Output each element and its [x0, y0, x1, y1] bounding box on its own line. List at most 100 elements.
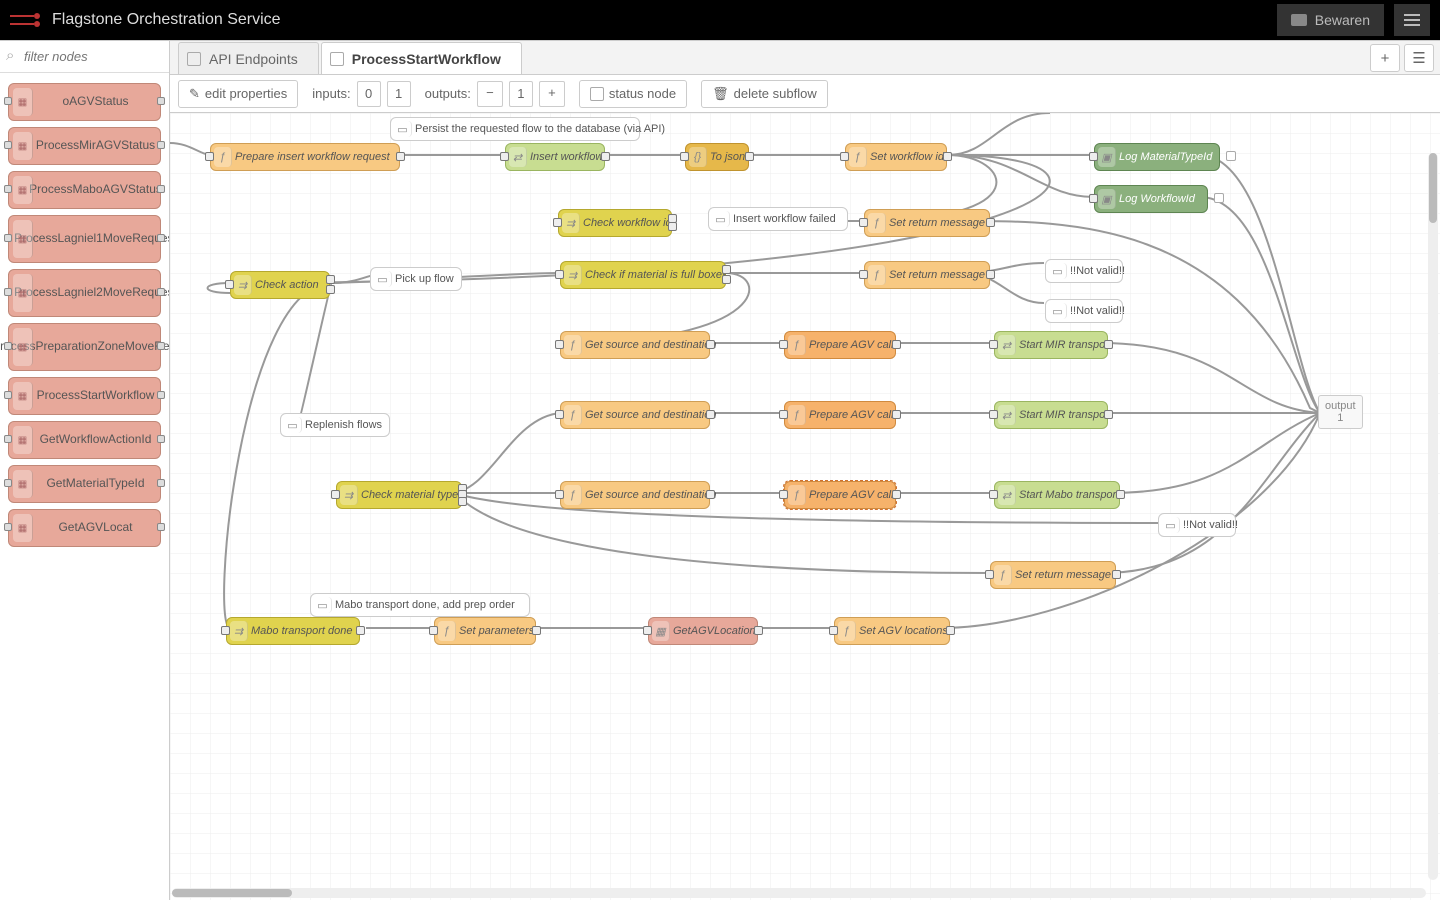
palette-node[interactable]: ▦ProcessPreparationZoneMoveRequest: [8, 323, 161, 371]
outputs-value: 1: [509, 81, 533, 107]
function-icon: ƒ: [868, 213, 886, 233]
debug-icon: ▣: [1098, 147, 1116, 167]
node-set-return-3[interactable]: ƒSet return message: [990, 561, 1116, 589]
debug-icon: ▣: [1098, 189, 1116, 209]
node-set-return-2[interactable]: ƒSet return message: [864, 261, 990, 289]
delete-subflow-button[interactable]: 🗑delete subflow: [701, 80, 828, 108]
subflow-icon: ▦: [13, 132, 33, 160]
outputs-label: outputs:: [425, 86, 471, 101]
tab-api-endpoints[interactable]: API Endpoints: [178, 42, 319, 74]
comment-icon: ▭: [1049, 303, 1067, 319]
menu-button[interactable]: [1394, 4, 1430, 36]
header-bar: Flagstone Orchestration Service Bewaren: [0, 0, 1440, 40]
edit-properties-button[interactable]: ✎edit properties: [178, 80, 298, 108]
node-to-json[interactable]: {}To json: [685, 143, 749, 171]
function-icon: ƒ: [564, 485, 582, 505]
switch-icon: ⇉: [234, 275, 252, 295]
comment-node[interactable]: ▭Pick up flow: [370, 267, 462, 291]
deploy-button[interactable]: Bewaren: [1277, 4, 1384, 36]
switch-icon: ⇉: [340, 485, 358, 505]
palette-filter-input[interactable]: [0, 41, 169, 73]
brand-icon: [10, 13, 44, 27]
trash-icon: 🗑: [712, 86, 729, 102]
palette-node[interactable]: ▦oAGVStatus: [8, 83, 161, 121]
outputs-decr-button[interactable]: −: [477, 81, 503, 107]
palette-node[interactable]: ▦GetWorkflowActionId: [8, 421, 161, 459]
status-node-toggle[interactable]: status node: [579, 80, 687, 108]
tab-process-start-workflow[interactable]: ProcessStartWorkflow: [321, 42, 522, 74]
subflow-icon: ▦: [13, 514, 33, 542]
node-set-return-1[interactable]: ƒSet return message: [864, 209, 990, 237]
comment-icon: ▭: [314, 597, 332, 613]
comment-node[interactable]: ▭Mabo transport done, add prep order: [310, 593, 530, 617]
list-tabs-button[interactable]: ☰: [1404, 44, 1434, 72]
function-icon: ƒ: [438, 621, 456, 641]
palette-list[interactable]: ▦oAGVStatus ▦ProcessMirAGVStatus ▦Proces…: [0, 73, 169, 900]
comment-icon: ▭: [1162, 517, 1180, 533]
switch-icon: ⇉: [562, 213, 580, 233]
add-tab-button[interactable]: +: [1370, 44, 1400, 72]
node-log-materialtypeid[interactable]: ▣Log MaterialTypeId: [1094, 143, 1220, 171]
http-icon: ⇄: [509, 147, 527, 167]
node-prepare-agv-3[interactable]: ƒPrepare AGV call: [784, 481, 896, 509]
node-prepare-agv-2[interactable]: ƒPrepare AGV call: [784, 401, 896, 429]
node-get-agv-locations[interactable]: ▦GetAGVLocations: [648, 617, 758, 645]
debug-toggle[interactable]: [1226, 151, 1236, 161]
comment-icon: ▭: [1049, 263, 1067, 279]
node-mabo-transport-done[interactable]: ⇉Mabo transport done: [226, 617, 360, 645]
node-check-material-type[interactable]: ⇉Check material type: [336, 481, 462, 509]
function-icon: ƒ: [788, 405, 806, 425]
comment-node[interactable]: ▭!!Not valid!!: [1045, 259, 1123, 283]
switch-icon: ⇉: [230, 621, 248, 641]
function-icon: ƒ: [788, 335, 806, 355]
node-set-agv-locations[interactable]: ƒSet AGV locations: [834, 617, 950, 645]
palette-node[interactable]: ▦ProcessStartWorkflow: [8, 377, 161, 415]
flow-canvas[interactable]: ▭Persist the requested flow to the datab…: [170, 113, 1440, 900]
inputs-1-button[interactable]: 1: [387, 81, 411, 107]
subflow-icon: ▦: [13, 382, 33, 410]
link-icon: ⇄: [998, 405, 1016, 425]
node-start-mir-2[interactable]: ⇄Start MIR transport: [994, 401, 1108, 429]
function-icon: ƒ: [214, 147, 232, 167]
vertical-scrollbar[interactable]: [1428, 153, 1438, 880]
debug-toggle[interactable]: [1214, 193, 1224, 203]
palette-node[interactable]: ▦ProcessLagniel2MoveRequest: [8, 269, 161, 317]
node-check-full-boxes[interactable]: ⇉Check if material is full boxes: [560, 261, 726, 289]
node-set-workflow-id[interactable]: ƒSet workflow id: [845, 143, 947, 171]
node-start-mir-1[interactable]: ⇄Start MIR transport: [994, 331, 1108, 359]
palette-sidebar: ▦oAGVStatus ▦ProcessMirAGVStatus ▦Proces…: [0, 41, 170, 900]
palette-node[interactable]: ▦ProcessLagniel1MoveRequest: [8, 215, 161, 263]
node-start-mabo[interactable]: ⇄Start Mabo transport: [994, 481, 1120, 509]
node-set-parameters[interactable]: ƒSet parameters: [434, 617, 536, 645]
horizontal-scrollbar[interactable]: [172, 888, 1426, 898]
node-prepare-insert[interactable]: ƒPrepare insert workflow request: [210, 143, 400, 171]
comment-icon: ▭: [284, 417, 302, 433]
subflow-tab-icon: [330, 52, 344, 66]
palette-node[interactable]: ▦GetAGVLocat: [8, 509, 161, 547]
node-prepare-agv-1[interactable]: ƒPrepare AGV call: [784, 331, 896, 359]
comment-node[interactable]: ▭Insert workflow failed: [708, 207, 848, 231]
comment-node[interactable]: ▭!!Not valid!!: [1045, 299, 1123, 323]
outputs-incr-button[interactable]: +: [539, 81, 565, 107]
node-get-src-dst-1[interactable]: ƒGet source and destination: [560, 331, 710, 359]
subflow-output-port[interactable]: output 1: [1318, 395, 1363, 429]
subflow-icon: ▦: [13, 220, 33, 258]
function-icon: ƒ: [994, 565, 1012, 585]
brand: Flagstone Orchestration Service: [10, 11, 281, 29]
node-check-action[interactable]: ⇉Check action: [230, 271, 330, 299]
node-check-workflow-id[interactable]: ⇉Check workflow id: [558, 209, 672, 237]
palette-node[interactable]: ▦ProcessMirAGVStatus: [8, 127, 161, 165]
node-log-workflowid[interactable]: ▣Log WorkflowId: [1094, 185, 1208, 213]
palette-node[interactable]: ▦ProcessMaboAGVStatus: [8, 171, 161, 209]
palette-node[interactable]: ▦GetMaterialTypeId: [8, 465, 161, 503]
node-get-src-dst-3[interactable]: ƒGet source and destination: [560, 481, 710, 509]
node-insert-workflow[interactable]: ⇄Insert workflow: [505, 143, 605, 171]
comment-node[interactable]: ▭Persist the requested flow to the datab…: [390, 117, 640, 141]
subflow-icon: ▦: [13, 426, 33, 454]
comment-node[interactable]: ▭!!Not valid!!: [1158, 513, 1236, 537]
node-get-src-dst-2[interactable]: ƒGet source and destination: [560, 401, 710, 429]
app-title: Flagstone Orchestration Service: [52, 11, 281, 29]
comment-node[interactable]: ▭Replenish flows: [280, 413, 390, 437]
function-icon: ƒ: [838, 621, 856, 641]
inputs-0-button[interactable]: 0: [357, 81, 381, 107]
